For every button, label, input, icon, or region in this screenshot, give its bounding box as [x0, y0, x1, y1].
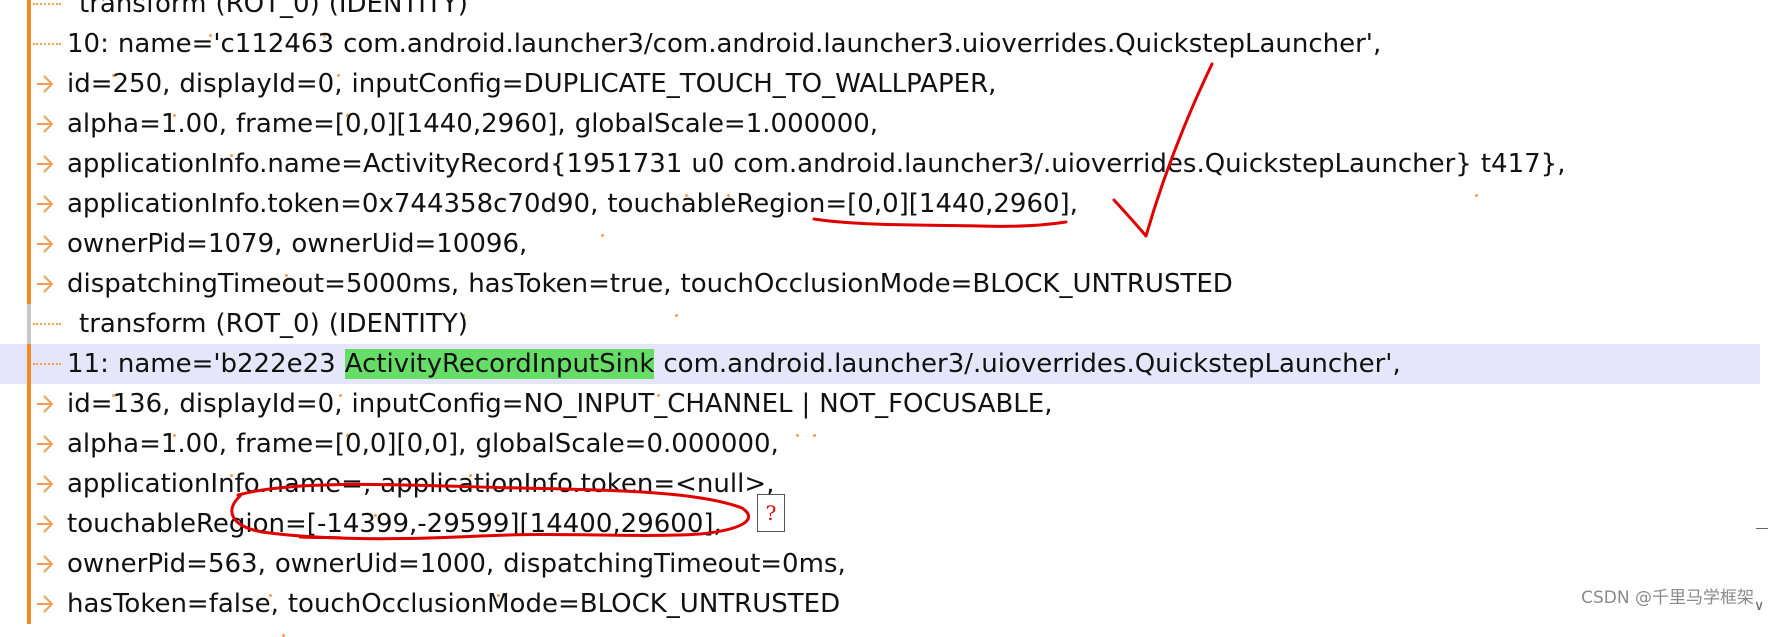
code-line-text: 11: name='b222e23 ActivityRecordInputSin…: [67, 349, 1401, 397]
code-line-text: touchableRegion=[-14399,-29599][14400,29…: [67, 509, 722, 539]
indent-dots-icon: [33, 3, 61, 5]
code-line-text: 10: name='c112463 com.android.launcher3/…: [67, 29, 1382, 77]
code-editor[interactable]: transform (ROT_0) (IDENTITY) 10: name='c1…: [0, 0, 1768, 637]
code-line[interactable]: transform (ROT_0) (IDENTITY): [0, 0, 1760, 37]
change-bar: [27, 184, 31, 224]
indent-dots-icon: [33, 43, 61, 45]
tab-arrow-icon: [35, 110, 55, 138]
scroll-down-icon[interactable]: ∨: [1754, 598, 1764, 614]
change-bar: [27, 544, 31, 584]
code-line[interactable]: dispatchingTimeout=5000ms, hasToken=true…: [0, 264, 1760, 317]
scroll-edge-mark: [1756, 528, 1768, 529]
tab-arrow-icon: [35, 470, 55, 498]
code-line[interactable]: hasToken=false, touchOcclusionMode=BLOCK…: [0, 584, 1760, 637]
change-bar: [27, 424, 31, 464]
change-bar: [27, 264, 31, 304]
search-match-highlight: ActivityRecordInputSink: [344, 349, 655, 379]
change-bar: [27, 464, 31, 504]
tab-arrow-icon: [35, 230, 55, 258]
code-line-text: ownerPid=1079, ownerUid=10096,: [67, 229, 528, 277]
code-line-text: transform (ROT_0) (IDENTITY): [79, 0, 468, 37]
code-line[interactable]: applicationInfo.name=, applicationInfo.t…: [0, 464, 1760, 517]
change-bar: [27, 584, 31, 624]
watermark: CSDN @千里马学框架: [1581, 588, 1754, 608]
indent-dots-icon: [33, 363, 61, 365]
code-line-text: applicationInfo.token=0x744358c70d90, to…: [67, 189, 1078, 237]
tab-arrow-icon: [35, 270, 55, 298]
code-line-text: applicationInfo.name=, applicationInfo.t…: [67, 469, 775, 517]
change-bar: [27, 304, 31, 344]
tab-arrow-icon: [35, 550, 55, 578]
change-bar: [27, 0, 31, 24]
code-line-text: ownerPid=563, ownerUid=1000, dispatching…: [67, 549, 846, 597]
code-line-text: alpha=1.00, frame=[0,0][1440,2960], glob…: [67, 109, 879, 157]
change-bar: [27, 144, 31, 184]
code-line[interactable]: alpha=1.00, frame=[0,0][1440,2960], glob…: [0, 104, 1760, 157]
tab-arrow-icon: [35, 430, 55, 458]
tab-arrow-icon: [35, 150, 55, 178]
code-line[interactable]: ownerPid=563, ownerUid=1000, dispatching…: [0, 544, 1760, 597]
code-line[interactable]: applicationInfo.name=ActivityRecord{1951…: [0, 144, 1760, 197]
code-line-text: id=250, displayId=0, inputConfig=DUPLICA…: [67, 69, 997, 117]
code-line[interactable]: 11: name='b222e23 ActivityRecordInputSin…: [0, 344, 1760, 397]
change-bar: [27, 384, 31, 424]
change-bar: [27, 24, 31, 64]
tab-arrow-icon: [35, 70, 55, 98]
code-line[interactable]: id=250, displayId=0, inputConfig=DUPLICA…: [0, 64, 1760, 117]
tab-arrow-icon: [35, 190, 55, 218]
code-line-text: applicationInfo.name=ActivityRecord{1951…: [67, 149, 1566, 197]
tab-arrow-icon: [35, 510, 55, 538]
code-line[interactable]: touchableRegion=[-14399,-29599][14400,29…: [0, 504, 1760, 544]
code-line[interactable]: ownerPid=1079, ownerUid=10096,: [0, 224, 1760, 277]
code-line-text: alpha=1.00, frame=[0,0][0,0], globalScal…: [67, 429, 779, 477]
code-line[interactable]: transform (ROT_0) (IDENTITY): [0, 304, 1760, 357]
change-bar: [27, 504, 31, 544]
question-mark-box: ?: [757, 494, 785, 532]
change-bar: [27, 344, 31, 384]
change-bar: [27, 64, 31, 104]
tab-arrow-icon: [35, 390, 55, 418]
code-line[interactable]: 10: name='c112463 com.android.launcher3/…: [0, 24, 1760, 77]
code-line-text: hasToken=false, touchOcclusionMode=BLOCK…: [67, 589, 841, 637]
code-line-text: id=136, displayId=0, inputConfig=NO_INPU…: [67, 389, 1053, 437]
code-line[interactable]: applicationInfo.token=0x744358c70d90, to…: [0, 184, 1760, 237]
change-bar: [27, 104, 31, 144]
code-line[interactable]: id=136, displayId=0, inputConfig=NO_INPU…: [0, 384, 1760, 437]
code-line[interactable]: alpha=1.00, frame=[0,0][0,0], globalScal…: [0, 424, 1760, 477]
code-line-text: dispatchingTimeout=5000ms, hasToken=true…: [67, 269, 1233, 317]
code-line-text: transform (ROT_0) (IDENTITY): [79, 309, 468, 357]
change-bar: [27, 224, 31, 264]
tab-arrow-icon: [35, 590, 55, 618]
indent-dots-icon: [33, 323, 61, 325]
